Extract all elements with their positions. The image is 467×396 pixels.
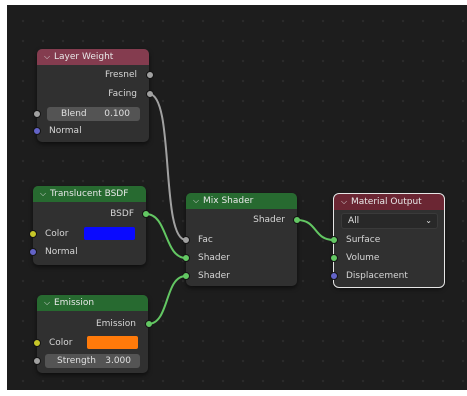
output-emission-label: Emission (95, 319, 136, 329)
output-facing-label: Facing (108, 89, 137, 99)
emission-node[interactable]: ⌵ Emission Emission Color Strength 3.000 (33, 295, 153, 373)
material-output-header[interactable]: ⌵ Material Output (334, 194, 444, 210)
normal-label: Normal (45, 247, 78, 257)
layer-weight-node[interactable]: ⌵ Layer Weight Fresnel Facing Blend 0.100… (33, 49, 154, 142)
color-input-socket[interactable] (33, 339, 41, 347)
displacement-input-socket[interactable] (330, 272, 338, 280)
shader-2-input-socket[interactable] (182, 272, 190, 280)
node-title: Material Output (351, 197, 422, 207)
input-shader-1-label: Shader (198, 253, 230, 263)
target-dropdown[interactable]: All ⌄ (341, 213, 438, 229)
color-swatch[interactable] (84, 227, 135, 240)
layer-weight-header[interactable]: ⌵ Layer Weight (37, 49, 149, 65)
output-fresnel-label: Fresnel (105, 70, 137, 80)
shader-1-input-socket[interactable] (182, 254, 190, 262)
chevron-down-icon[interactable]: ⌵ (44, 295, 54, 311)
node-title: Layer Weight (54, 52, 114, 62)
output-shader-label: Shader (253, 215, 285, 225)
blend-field[interactable]: Blend 0.100 (47, 107, 140, 121)
input-volume-label: Volume (346, 253, 380, 263)
input-displacement-label: Displacement (346, 271, 408, 281)
strength-input-socket[interactable] (33, 357, 41, 365)
input-surface-label: Surface (346, 235, 381, 245)
blend-label: Blend (61, 109, 87, 119)
color-input-socket[interactable] (29, 230, 37, 238)
chevron-down-icon[interactable]: ⌵ (40, 186, 50, 202)
mix-shader-node[interactable]: ⌵ Mix Shader Shader Fac Shader Shader (182, 193, 301, 286)
chevron-down-icon[interactable]: ⌵ (193, 193, 203, 209)
translucent-bsdf-node[interactable]: ⌵ Translucent BSDF BSDF Color Normal (29, 186, 150, 265)
shader-output-socket[interactable] (293, 216, 301, 224)
color-swatch[interactable] (87, 336, 138, 349)
color-label: Color (49, 338, 73, 348)
chevron-down-icon[interactable]: ⌵ (44, 49, 54, 65)
blend-value: 0.100 (104, 109, 130, 119)
target-dropdown-value: All (348, 216, 360, 226)
surface-input-socket[interactable] (330, 236, 338, 244)
mix-shader-header[interactable]: ⌵ Mix Shader (186, 193, 297, 209)
node-title: Translucent BSDF (50, 189, 129, 199)
output-bsdf-label: BSDF (110, 209, 134, 219)
normal-input-socket[interactable] (33, 127, 41, 135)
input-fac-label: Fac (198, 235, 213, 245)
fresnel-output-socket[interactable] (146, 71, 154, 79)
material-output-node[interactable]: ⌵ Material Output All ⌄ Surface Volume Di… (330, 193, 445, 288)
node-title: Mix Shader (203, 196, 254, 206)
chevron-down-icon[interactable]: ⌵ (341, 194, 351, 210)
shader-editor: ⌵ Layer Weight Fresnel Facing Blend 0.100… (0, 0, 467, 396)
normal-input-socket[interactable] (29, 248, 37, 256)
facing-output-socket[interactable] (146, 90, 154, 98)
input-shader-2-label: Shader (198, 271, 230, 281)
bsdf-output-socket[interactable] (142, 210, 150, 218)
emission-header[interactable]: ⌵ Emission (37, 295, 148, 311)
strength-label: Strength (57, 356, 96, 366)
volume-input-socket[interactable] (330, 254, 338, 262)
node-title: Emission (54, 298, 95, 308)
translucent-bsdf-header[interactable]: ⌵ Translucent BSDF (33, 186, 146, 202)
emission-output-socket[interactable] (145, 320, 153, 328)
strength-field[interactable]: Strength 3.000 (45, 354, 140, 368)
chevron-down-icon: ⌄ (425, 216, 432, 225)
input-normal-label: Normal (49, 126, 82, 136)
strength-value: 3.000 (105, 356, 131, 366)
blend-input-socket[interactable] (33, 110, 41, 118)
fac-input-socket[interactable] (182, 236, 190, 244)
color-label: Color (45, 229, 69, 239)
